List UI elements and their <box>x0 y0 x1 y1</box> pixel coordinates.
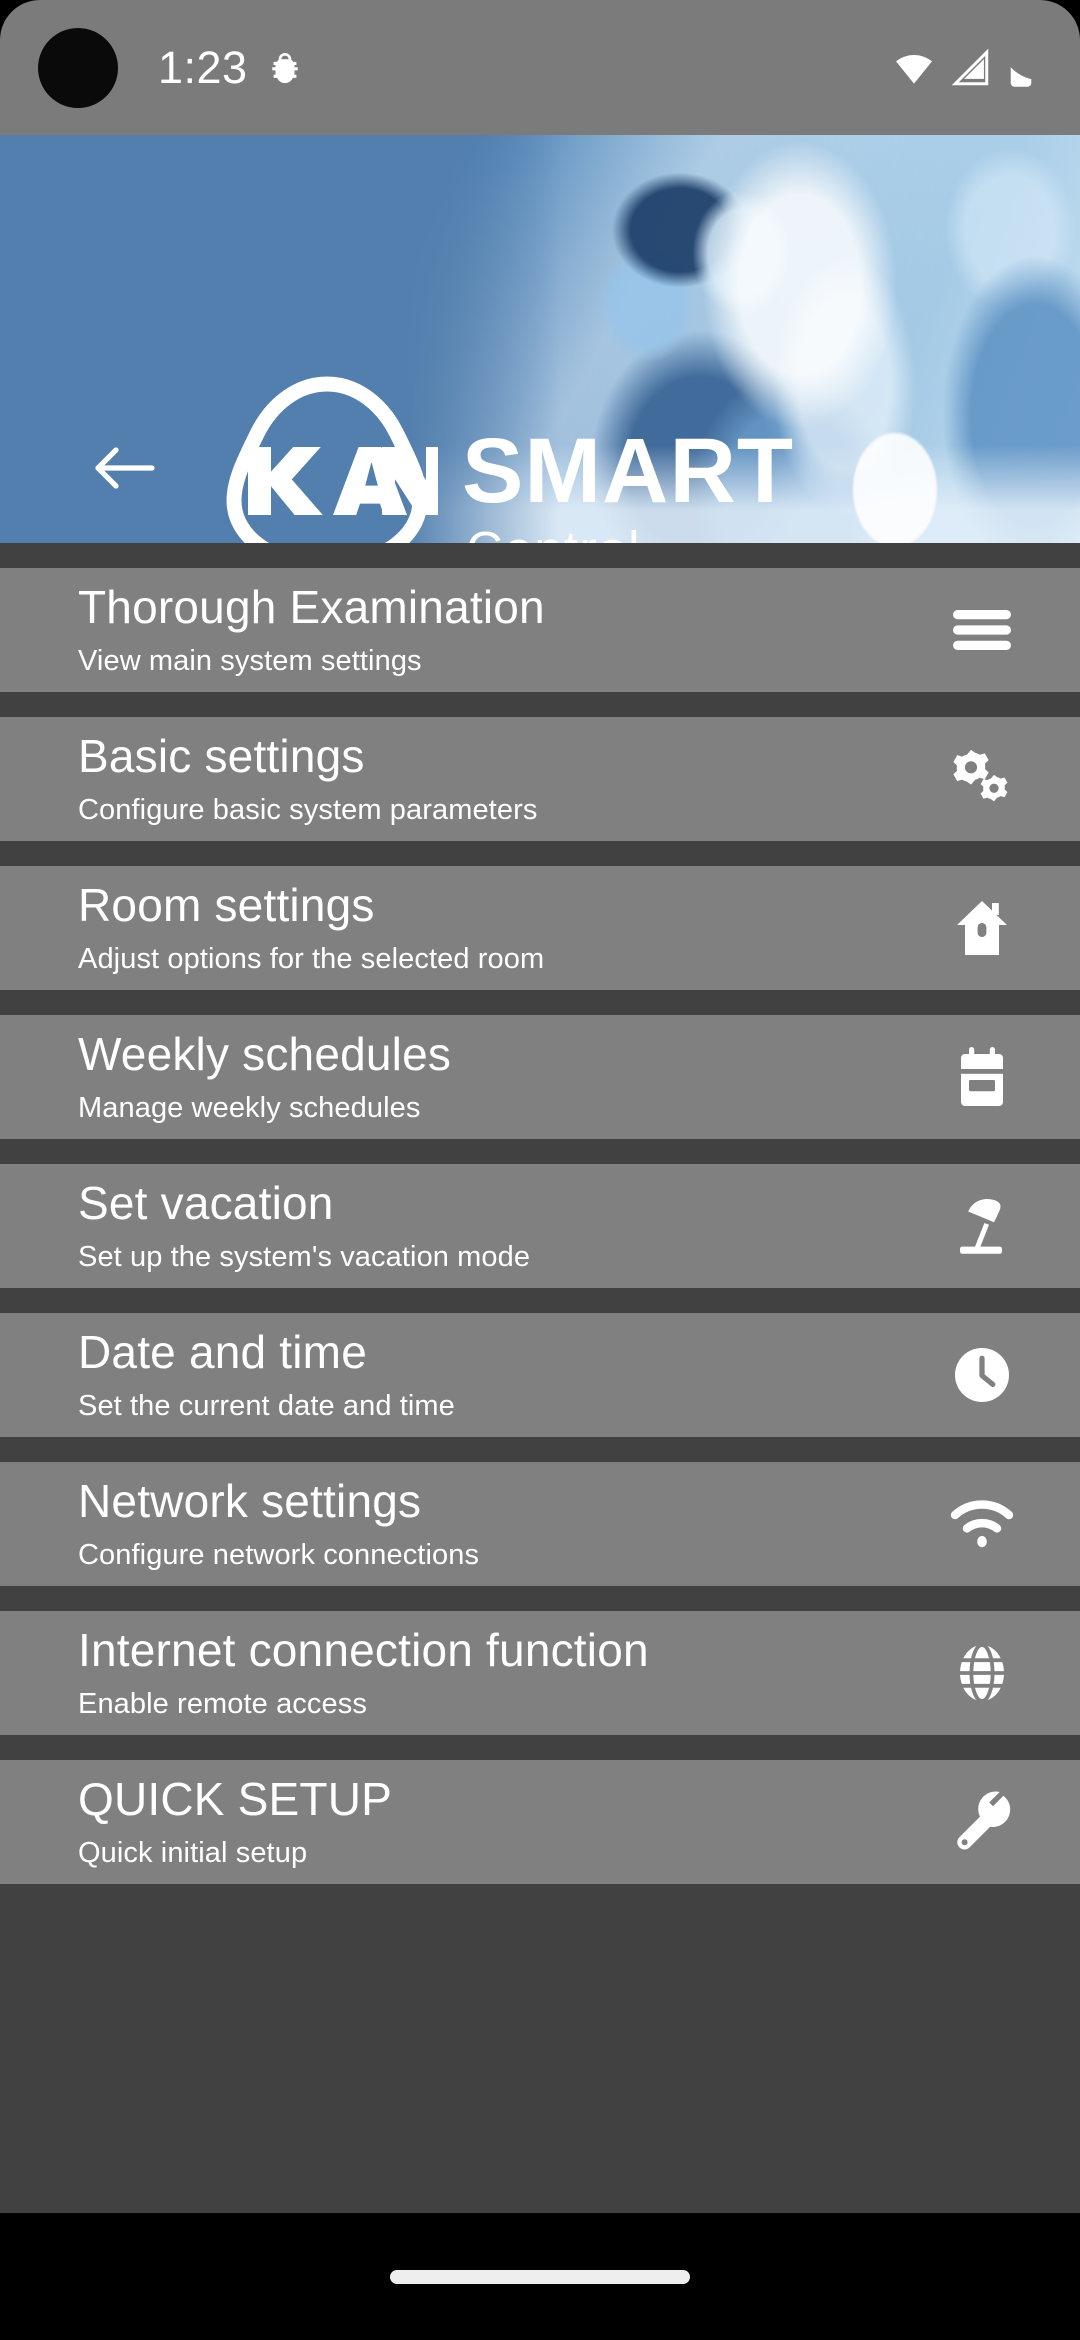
menu-item-subtitle: Configure network connections <box>78 1538 480 1571</box>
menu-item-text: Room settings Adjust options for the sel… <box>78 878 545 975</box>
menu-item-title: Date and time <box>78 1325 367 1378</box>
menu-item-title: Internet connection function <box>78 1623 649 1676</box>
menu-item-subtitle: Set the current date and time <box>78 1389 455 1422</box>
screen-corner-bottom-left <box>0 2300 40 2340</box>
menu-item-text: Set vacation Set up the system's vacatio… <box>78 1176 531 1273</box>
menu-item-title: QUICK SETUP <box>78 1772 393 1825</box>
menu-item-subtitle: Configure basic system parameters <box>78 793 538 826</box>
bug-icon <box>266 49 304 87</box>
menu-item-subtitle: View main system settings <box>78 644 422 677</box>
screen-corner-top-right <box>1000 0 1080 80</box>
menu-item-set-vacation[interactable]: Set vacation Set up the system's vacatio… <box>0 1164 1080 1288</box>
menu-item-text: Basic settings Configure basic system pa… <box>78 729 538 826</box>
menu-item-subtitle: Set up the system's vacation mode <box>78 1240 531 1273</box>
menu-item-text: Network settings Configure network conne… <box>78 1474 480 1571</box>
back-button[interactable] <box>78 435 170 505</box>
brand-title: SMART <box>462 420 795 522</box>
menu-item-thorough-examination[interactable]: Thorough Examination View main system se… <box>0 568 1080 692</box>
brand-subtitle: Control <box>466 521 641 543</box>
menu-item-title: Weekly schedules <box>78 1027 452 1080</box>
menu-item-internet-connection-function[interactable]: Internet connection function Enable remo… <box>0 1611 1080 1735</box>
screen-corner-bottom-right <box>1040 2300 1080 2340</box>
home-gesture-pill[interactable] <box>390 2269 690 2284</box>
menu-item-text: QUICK SETUP Quick initial setup <box>78 1772 393 1869</box>
menu-item-room-settings[interactable]: Room settings Adjust options for the sel… <box>0 866 1080 990</box>
menu-item-subtitle: Manage weekly schedules <box>78 1091 421 1124</box>
menu-item-title: Room settings <box>78 878 375 931</box>
gears-icon <box>946 743 1018 815</box>
front-camera-punch-hole <box>38 28 118 108</box>
wifi-icon <box>892 46 936 90</box>
menu-item-text: Thorough Examination View main system se… <box>78 580 545 677</box>
hamburger-menu-icon <box>946 594 1018 666</box>
beach-umbrella-icon <box>946 1190 1018 1262</box>
brand-text-block: SMART Control <box>462 420 795 543</box>
wifi-icon <box>946 1488 1018 1560</box>
menu-item-basic-settings[interactable]: Basic settings Configure basic system pa… <box>0 717 1080 841</box>
system-navigation-bar <box>0 2213 1080 2340</box>
menu-item-weekly-schedules[interactable]: Weekly schedules Manage weekly schedules <box>0 1015 1080 1139</box>
app-header-banner: SMART Control <box>0 135 1080 543</box>
status-bar: 1:23 <box>0 0 1080 135</box>
menu-item-date-and-time[interactable]: Date and time Set the current date and t… <box>0 1313 1080 1437</box>
menu-item-quick-setup[interactable]: QUICK SETUP Quick initial setup <box>0 1760 1080 1884</box>
status-bar-clock: 1:23 <box>158 42 248 93</box>
wrench-icon <box>946 1786 1018 1858</box>
globe-icon <box>946 1637 1018 1709</box>
screen-corner-top-left <box>0 0 80 80</box>
status-bar-left: 1:23 <box>158 45 304 90</box>
kan-logo-icon <box>216 373 438 543</box>
menu-item-network-settings[interactable]: Network settings Configure network conne… <box>0 1462 1080 1586</box>
menu-item-subtitle: Quick initial setup <box>78 1836 308 1869</box>
back-arrow-icon <box>92 442 156 499</box>
settings-menu-list: Thorough Examination View main system se… <box>0 568 1080 1909</box>
clock-icon <box>946 1339 1018 1411</box>
brand-lockup: SMART Control <box>216 373 794 543</box>
menu-item-text: Internet connection function Enable remo… <box>78 1623 649 1720</box>
menu-item-text: Weekly schedules Manage weekly schedules <box>78 1027 452 1124</box>
menu-item-subtitle: Adjust options for the selected room <box>78 942 545 975</box>
menu-item-title: Basic settings <box>78 729 365 782</box>
cellular-signal-icon <box>950 47 992 89</box>
menu-content-area: Thorough Examination View main system se… <box>0 543 1080 2213</box>
menu-item-title: Thorough Examination <box>78 580 545 633</box>
menu-item-title: Network settings <box>78 1474 422 1527</box>
phone-screen: 1:23 SMART Thorough Examination View mai… <box>0 0 1080 2340</box>
menu-item-title: Set vacation <box>78 1176 334 1229</box>
menu-item-text: Date and time Set the current date and t… <box>78 1325 455 1422</box>
calendar-icon <box>946 1041 1018 1113</box>
house-icon <box>946 892 1018 964</box>
menu-item-subtitle: Enable remote access <box>78 1687 367 1720</box>
